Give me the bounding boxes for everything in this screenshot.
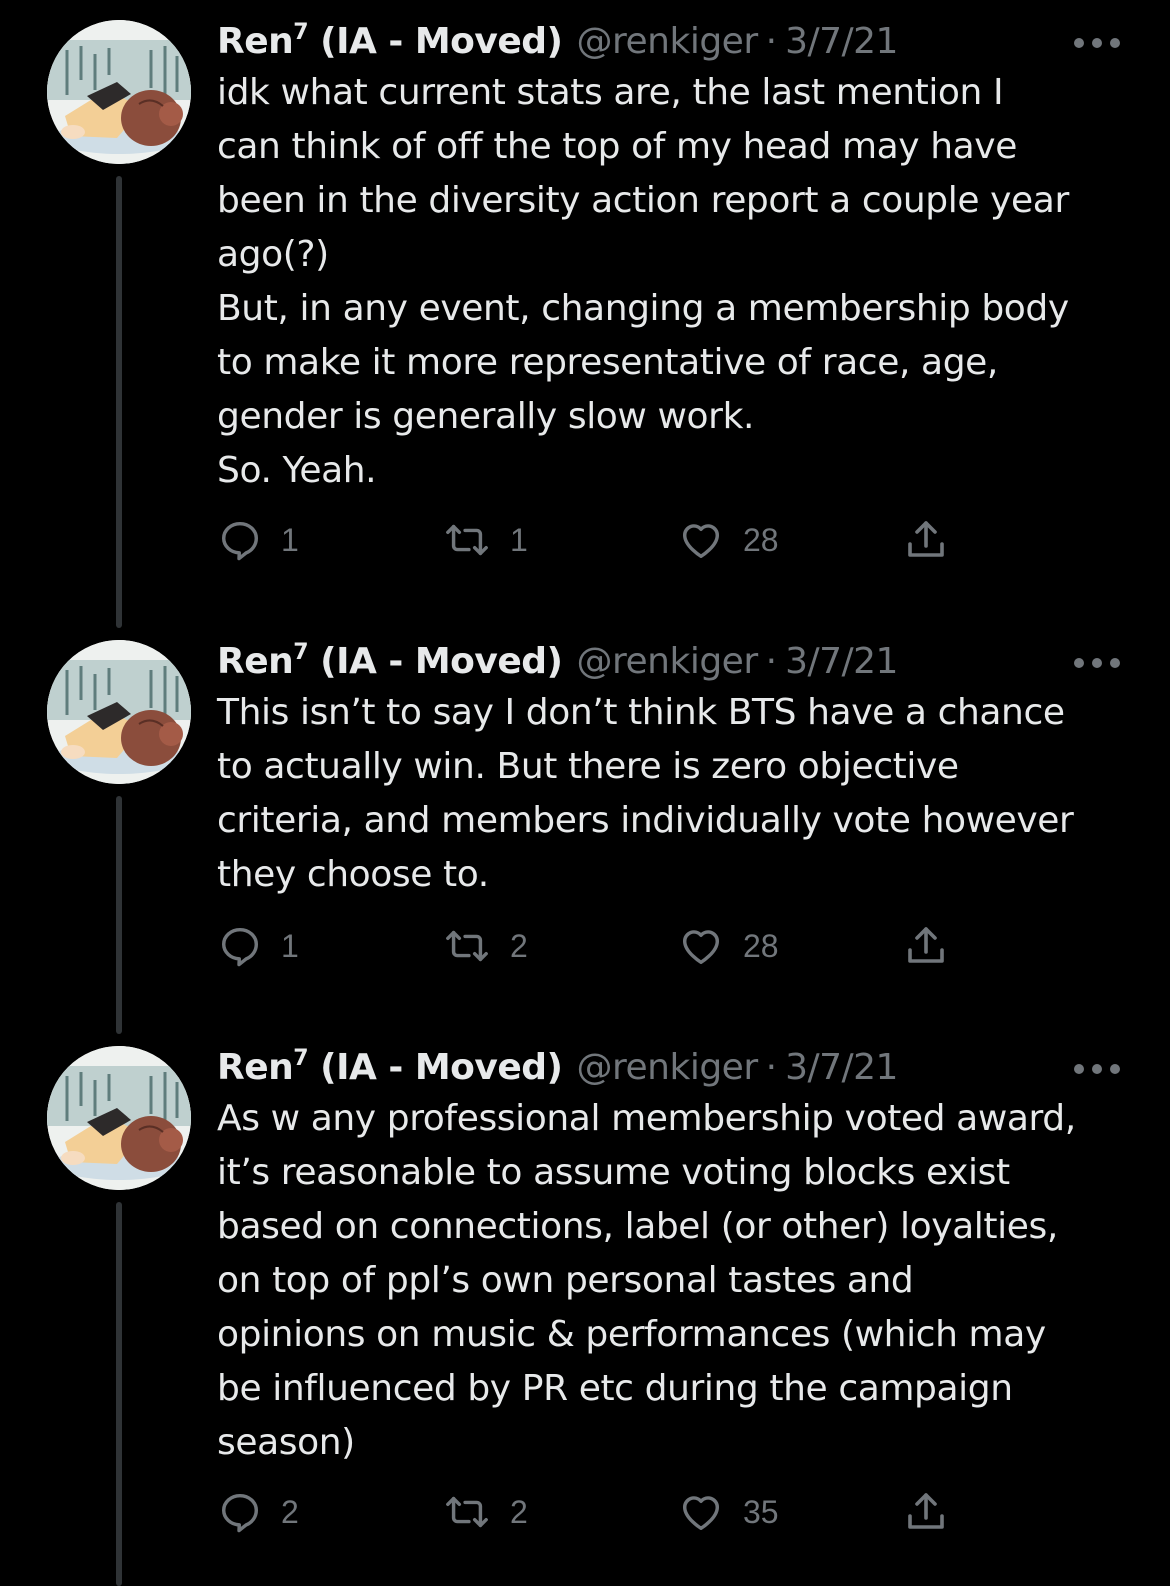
retweet-count: 1 bbox=[510, 521, 528, 558]
share-button[interactable] bbox=[902, 516, 950, 564]
heart-icon bbox=[677, 517, 725, 563]
separator-dot: · bbox=[765, 21, 778, 62]
tweet-text: This isn’t to say I don’t think BTS have… bbox=[217, 692, 1074, 895]
user-handle[interactable]: @renkiger bbox=[577, 18, 759, 66]
like-button[interactable]: 28 bbox=[677, 516, 779, 564]
retweet-count: 2 bbox=[510, 1493, 528, 1530]
tweet-date[interactable]: 3/7/21 bbox=[785, 638, 898, 686]
reply-button[interactable]: 1 bbox=[217, 516, 299, 564]
retweet-icon bbox=[442, 923, 492, 969]
reply-count: 1 bbox=[281, 927, 299, 964]
like-count: 28 bbox=[743, 927, 779, 964]
separator-dot: · bbox=[765, 641, 778, 682]
heart-icon bbox=[677, 1489, 725, 1535]
tweet-actions: 1 1 28 bbox=[217, 516, 977, 564]
share-icon bbox=[902, 1488, 950, 1536]
user-handle[interactable]: @renkiger bbox=[577, 638, 759, 686]
share-icon bbox=[902, 922, 950, 970]
reply-icon bbox=[217, 517, 263, 563]
retweet-button[interactable]: 2 bbox=[442, 1488, 528, 1536]
tweet-text: As w any professional membership voted a… bbox=[217, 1098, 1076, 1463]
tweet-date[interactable]: 3/7/21 bbox=[785, 1044, 898, 1092]
reply-count: 1 bbox=[281, 521, 299, 558]
retweet-button[interactable]: 2 bbox=[442, 922, 528, 970]
tweet-text: idk what current stats are, the last men… bbox=[217, 72, 1069, 491]
reply-button[interactable]: 1 bbox=[217, 922, 299, 970]
more-icon[interactable] bbox=[1074, 36, 1120, 50]
like-count: 28 bbox=[743, 521, 779, 558]
tweet-header: Ren7 (IA - Moved) @renkiger · 3/7/21 bbox=[217, 638, 898, 686]
like-count: 35 bbox=[743, 1493, 779, 1530]
tweet-header: Ren7 (IA - Moved) @renkiger · 3/7/21 bbox=[217, 1044, 898, 1092]
like-button[interactable]: 35 bbox=[677, 1488, 779, 1536]
tweet-header: Ren7 (IA - Moved) @renkiger · 3/7/21 bbox=[217, 18, 898, 66]
retweet-count: 2 bbox=[510, 927, 528, 964]
tweet[interactable]: Ren7 (IA - Moved) @renkiger · 3/7/21 idk… bbox=[0, 18, 1170, 638]
retweet-button[interactable]: 1 bbox=[442, 516, 528, 564]
more-icon[interactable] bbox=[1074, 1062, 1120, 1076]
display-name[interactable]: Ren7 (IA - Moved) bbox=[217, 1044, 563, 1097]
reply-icon bbox=[217, 1489, 263, 1535]
heart-icon bbox=[677, 923, 725, 969]
display-name[interactable]: Ren7 (IA - Moved) bbox=[217, 638, 563, 691]
user-handle[interactable]: @renkiger bbox=[577, 1044, 759, 1092]
reply-button[interactable]: 2 bbox=[217, 1488, 299, 1536]
retweet-icon bbox=[442, 1489, 492, 1535]
avatar[interactable] bbox=[47, 640, 191, 784]
avatar[interactable] bbox=[47, 20, 191, 164]
share-button[interactable] bbox=[902, 922, 950, 970]
reply-icon bbox=[217, 923, 263, 969]
share-icon bbox=[902, 516, 950, 564]
display-name[interactable]: Ren7 (IA - Moved) bbox=[217, 18, 563, 71]
thread-line bbox=[116, 796, 122, 1034]
thread-line bbox=[116, 176, 122, 628]
like-button[interactable]: 28 bbox=[677, 922, 779, 970]
tweet-actions: 1 2 28 bbox=[217, 922, 977, 970]
more-icon[interactable] bbox=[1074, 656, 1120, 670]
thread-line bbox=[116, 1202, 122, 1586]
retweet-icon bbox=[442, 517, 492, 563]
tweet[interactable]: Ren7 (IA - Moved) @renkiger · 3/7/21 As … bbox=[0, 1044, 1170, 1586]
tweet-actions: 2 2 35 bbox=[217, 1488, 977, 1536]
tweet-date[interactable]: 3/7/21 bbox=[785, 18, 898, 66]
tweet[interactable]: Ren7 (IA - Moved) @renkiger · 3/7/21 Thi… bbox=[0, 638, 1170, 1038]
reply-count: 2 bbox=[281, 1493, 299, 1530]
avatar[interactable] bbox=[47, 1046, 191, 1190]
share-button[interactable] bbox=[902, 1488, 950, 1536]
separator-dot: · bbox=[765, 1047, 778, 1088]
